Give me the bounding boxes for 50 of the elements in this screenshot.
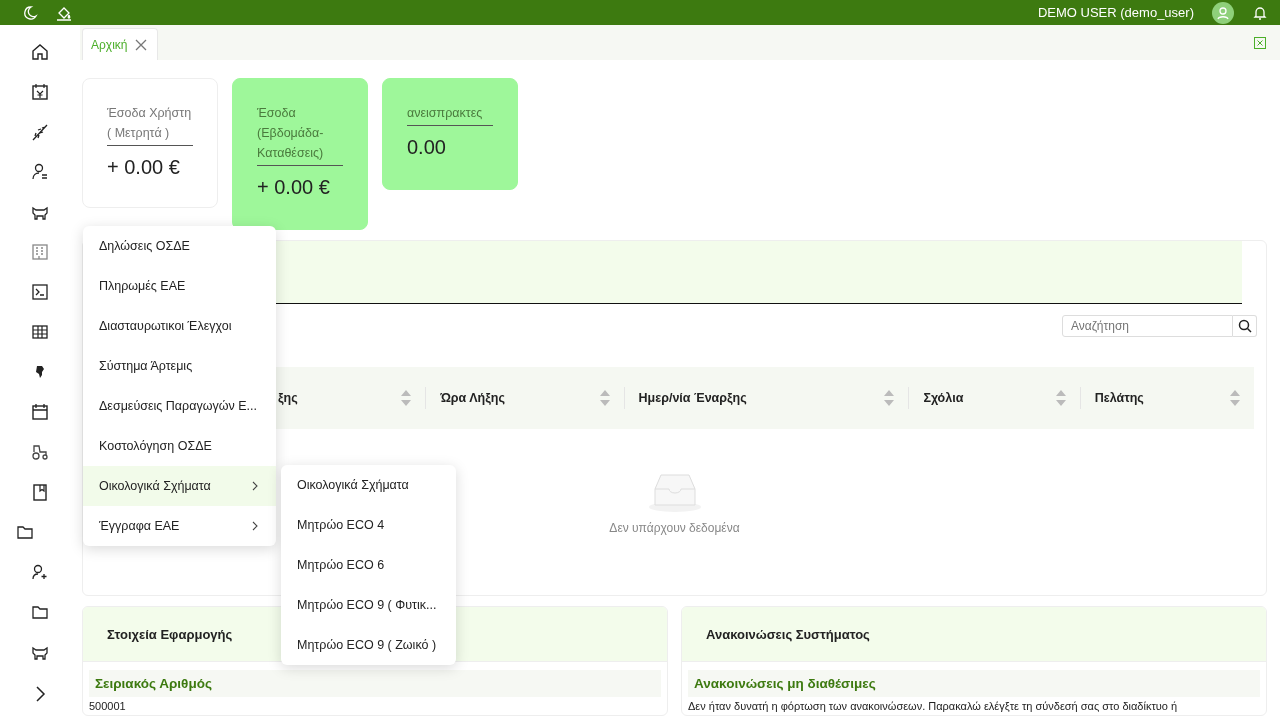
close-icon[interactable] bbox=[1254, 36, 1266, 49]
card-label: Έσοδα Χρήστη ( Μετρητά ) bbox=[107, 103, 193, 146]
calendar-icon[interactable] bbox=[30, 402, 50, 422]
empty-text: Δεν υπάρχουν δεδομένα bbox=[609, 521, 740, 535]
column-header[interactable]: ξης bbox=[278, 391, 298, 405]
card-label: Έσοδα (Εβδομάδα-Καταθέσεις) bbox=[257, 103, 343, 166]
menu-item[interactable]: Δεσμεύσεις Παραγωγών Ε... bbox=[83, 386, 276, 426]
moon-icon[interactable] bbox=[22, 4, 38, 21]
panel-title: Ανακοινώσεις Συστήματος bbox=[706, 626, 870, 642]
menu-item[interactable]: Δηλώσεις ΟΣΔΕ bbox=[83, 226, 276, 266]
home-icon[interactable] bbox=[30, 42, 50, 62]
wheat-icon[interactable] bbox=[30, 122, 50, 142]
search-field[interactable]: Αναζήτηση bbox=[1062, 315, 1233, 337]
bell-icon[interactable] bbox=[1252, 4, 1268, 21]
field-label: Σειριακός Αριθμός bbox=[89, 670, 661, 697]
table-icon[interactable] bbox=[30, 322, 50, 342]
terminal-icon[interactable] bbox=[30, 282, 50, 302]
menu-item[interactable]: Οικολογικά Σχήματα bbox=[281, 465, 456, 505]
card-value: 0.00 bbox=[407, 136, 447, 159]
menu-item[interactable]: Μητρώο ECO 9 ( Ζωικό ) bbox=[281, 625, 456, 665]
menu-item[interactable]: Μητρώο ECO 9 ( Φυτικ... bbox=[281, 585, 456, 625]
menu-item[interactable]: Διασταυρωτικοι Έλεγχοι bbox=[83, 306, 276, 346]
card-value: + 0.00 € bbox=[107, 156, 181, 179]
field-value: 500001 bbox=[88, 699, 127, 714]
column-header[interactable]: Πελάτης bbox=[1094, 391, 1144, 405]
chevron-right-icon bbox=[252, 481, 258, 491]
menu-item[interactable]: Έγγραφα ΕΑΕ bbox=[83, 506, 276, 546]
announcement-text: Δεν ήταν δυνατή η φόρτωση των ανακοινώσεων. Παρακαλώ ελέγξτε τη σύνδεσή σας στο διαδίκτυο ή bbox=[687, 699, 1179, 714]
avatar-icon[interactable] bbox=[1212, 1, 1234, 24]
menu-item[interactable]: Πληρωμές ΕΑΕ bbox=[83, 266, 276, 306]
menu-item[interactable]: Μητρώο ECO 6 bbox=[281, 545, 456, 585]
close-icon[interactable] bbox=[135, 38, 148, 51]
column-header[interactable]: Ημερ/νία Έναρξης bbox=[638, 391, 747, 405]
tractor-icon[interactable] bbox=[30, 442, 50, 462]
menu-item[interactable]: Μητρώο ECO 4 bbox=[281, 505, 456, 545]
chevron-right-icon bbox=[252, 521, 258, 531]
card-value: + 0.00 € bbox=[257, 176, 331, 199]
column-header[interactable]: Ώρα Λήξης bbox=[440, 391, 505, 405]
column-header[interactable]: Σχόλια bbox=[923, 391, 964, 405]
calendar-icon[interactable] bbox=[30, 82, 50, 102]
book-icon[interactable] bbox=[30, 482, 50, 502]
panel-title: Στοιχεία Εφαρμογής bbox=[107, 626, 233, 642]
menu-item[interactable]: Οικολογικά Σχήματα bbox=[83, 466, 276, 506]
announcement-heading: Ανακοινώσεις μη διαθέσιμες bbox=[688, 670, 1260, 697]
search-icon[interactable] bbox=[1233, 315, 1257, 337]
menu-item[interactable]: Σύστημα Άρτεμις bbox=[83, 346, 276, 386]
card-label: ανεισπρακτες bbox=[407, 103, 493, 126]
user-name[interactable]: DEMO USER (demo_user) bbox=[1037, 5, 1194, 20]
menu-item[interactable]: Κοστολόγηση ΟΣΔΕ bbox=[83, 426, 276, 466]
user-swap-icon[interactable] bbox=[30, 162, 50, 182]
